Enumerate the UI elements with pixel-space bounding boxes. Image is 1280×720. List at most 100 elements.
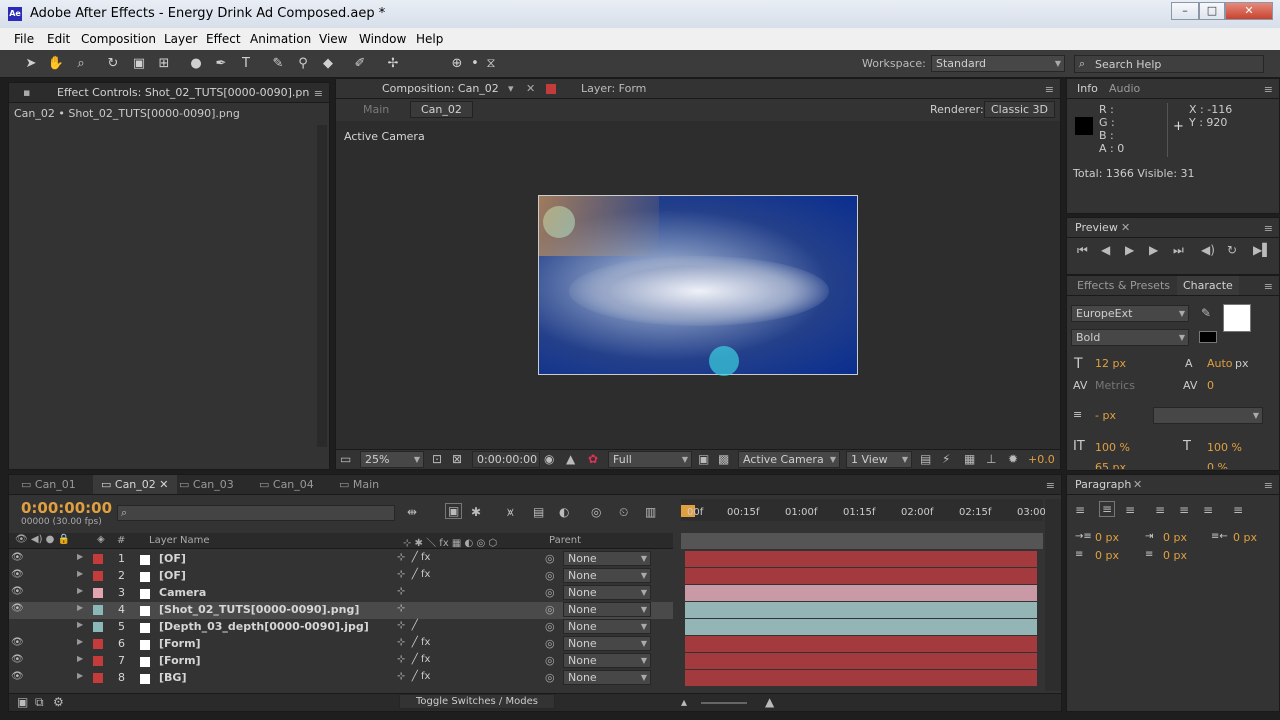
hand-tool-icon[interactable]: ✋	[47, 55, 65, 73]
fill-color-swatch[interactable]	[1223, 304, 1251, 332]
indent-right-value[interactable]: 0 px	[1233, 531, 1257, 544]
kerning-value[interactable]: Metrics	[1095, 379, 1135, 392]
current-time-field[interactable]: 0:00:00:00	[472, 451, 540, 468]
parent-dropdown[interactable]: None	[563, 670, 651, 685]
layer-name[interactable]: [Form]	[159, 654, 201, 667]
exposure-value[interactable]: +0.0	[1028, 453, 1055, 466]
align-left-icon[interactable]: ≡	[1075, 503, 1085, 517]
effect-controls-tab[interactable]: Effect Controls: Shot_02_TUTS[0000-0090]…	[57, 86, 309, 99]
3d-view-dropdown[interactable]: Active Camera	[738, 451, 840, 468]
parent-dropdown[interactable]: None	[563, 653, 651, 668]
auto-keyframe-icon[interactable]: ⏲	[619, 505, 628, 520]
pick-whip-icon[interactable]: ◎	[545, 569, 555, 582]
vertical-scale-value[interactable]: 100 %	[1095, 441, 1130, 454]
layer-name[interactable]: [Form]	[159, 637, 201, 650]
label-color-swatch[interactable]	[93, 605, 103, 615]
pick-whip-icon[interactable]: ◎	[545, 586, 555, 599]
time-ruler[interactable]: 00f 00:15f 01:00f 01:15f 02:00f 02:15f 0…	[681, 499, 1046, 521]
label-color-swatch[interactable]	[93, 673, 103, 683]
layer-row[interactable]: 👁 ▶ 1 [OF] ⊹ ╱ fx ◎ None	[9, 551, 673, 568]
layer-switches[interactable]: ⊹ ╱ fx	[397, 654, 430, 665]
space-after-value[interactable]: 0 px	[1163, 549, 1187, 562]
paragraph-tab[interactable]: Paragraph	[1075, 478, 1131, 491]
fx-switch[interactable]: fx	[421, 569, 430, 580]
play-icon[interactable]: ▶	[1125, 243, 1134, 257]
transparency-grid-icon[interactable]: ▩	[718, 452, 729, 466]
pen-tool-icon[interactable]: ✒	[212, 55, 230, 73]
work-area-bar[interactable]	[681, 533, 1043, 549]
brainstorm-icon[interactable]: ◎	[591, 505, 601, 519]
visibility-eye-icon[interactable]: 👁	[11, 637, 24, 648]
layer-switches[interactable]: ⊹ ╱ fx	[397, 671, 430, 682]
graph-editor-icon[interactable]: ▥	[645, 505, 656, 519]
fx-switch[interactable]: fx	[421, 637, 430, 648]
layer-row[interactable]: 👁 ▶ 8 [BG] ⊹ ╱ fx ◎ None	[9, 670, 673, 687]
layer-row[interactable]: 👁 ▶ 6 [Form] ⊹ ╱ fx ◎ None	[9, 636, 673, 653]
layer-duration-bar[interactable]	[685, 636, 1037, 652]
audio-icon[interactable]: ◀)	[1201, 243, 1215, 257]
layer-row[interactable]: 👁 ▶ 3 Camera ⊹ ◎ None	[9, 585, 673, 602]
expand-triangle-icon[interactable]: ▶	[77, 552, 83, 561]
visibility-eye-icon[interactable]: 👁	[11, 654, 24, 665]
camera-tool-icon[interactable]: ▣	[130, 55, 148, 73]
timeline-scrollbar[interactable]	[1045, 499, 1061, 691]
panel-menu-icon[interactable]: ≡	[1264, 83, 1273, 96]
tsume-value[interactable]: 0 %	[1207, 461, 1228, 469]
hide-shy-layers-icon[interactable]: ⩙	[507, 505, 514, 520]
parent-dropdown[interactable]: None	[563, 602, 651, 617]
layer-duration-bar[interactable]	[685, 670, 1037, 686]
justify-center-icon[interactable]: ≡	[1179, 503, 1189, 517]
live-update-icon[interactable]: ▣	[445, 503, 463, 519]
visibility-eye-icon[interactable]: 👁	[11, 603, 24, 614]
visibility-eye-icon[interactable]: 👁	[11, 671, 24, 682]
pan-behind-tool-icon[interactable]: ⊞	[155, 55, 173, 73]
maximize-button[interactable]: □	[1199, 2, 1225, 20]
layer-duration-bar[interactable]	[685, 619, 1037, 635]
menu-composition[interactable]: Composition	[81, 32, 156, 46]
panel-menu-icon[interactable]: ≡	[1045, 83, 1054, 96]
layer-row[interactable]: 👁 ▶ 7 [Form] ⊹ ╱ fx ◎ None	[9, 653, 673, 670]
transfer-controls-icon[interactable]: ⧉	[35, 695, 44, 710]
show-snapshot-icon[interactable]: ▲	[566, 452, 575, 466]
layer-name[interactable]: [OF]	[159, 552, 186, 565]
tab-can-03[interactable]: ▭ Can_03	[179, 478, 234, 491]
expand-triangle-icon[interactable]: ▶	[77, 603, 83, 612]
expand-triangle-icon[interactable]: ▶	[77, 586, 83, 595]
expand-triangle-icon[interactable]: ▶	[77, 620, 83, 629]
pick-whip-icon[interactable]: ◎	[545, 637, 555, 650]
exposure-icon[interactable]: ✹	[1008, 452, 1018, 466]
layer-switches[interactable]: ⊹ ╱	[397, 620, 418, 631]
parent-dropdown[interactable]: None	[563, 619, 651, 634]
lock-icon[interactable]: ▪	[23, 86, 30, 99]
toggle-switches-modes-button[interactable]: Toggle Switches / Modes	[399, 694, 555, 709]
layer-row[interactable]: 👁 ▶ 4 [Shot_02_TUTS[0000-0090].png] ⊹ ◎ None	[9, 602, 673, 619]
rotate-tool-icon[interactable]: ↻	[104, 55, 122, 73]
fx-switch[interactable]: fx	[421, 654, 430, 665]
stroke-color-swatch[interactable]	[1199, 331, 1217, 343]
layer-duration-bar[interactable]	[685, 602, 1037, 618]
close-icon[interactable]: ✕	[1121, 221, 1130, 234]
pick-whip-icon[interactable]: ◎	[545, 552, 555, 565]
panel-menu-icon[interactable]: ≡	[1264, 479, 1273, 492]
breadcrumb-active[interactable]: Can_02	[410, 101, 473, 118]
zoom-in-icon[interactable]: ▲	[765, 695, 774, 709]
close-button[interactable]: ✕	[1225, 2, 1273, 20]
font-size-value[interactable]: 12 px	[1095, 357, 1126, 370]
menu-effect[interactable]: Effect	[206, 32, 241, 46]
align-right-icon[interactable]: ≡	[1125, 503, 1135, 517]
layer-switches[interactable]: ⊹ ╱ fx	[397, 552, 430, 563]
roto-brush-tool-icon[interactable]: ✐	[351, 55, 369, 73]
scrollbar[interactable]	[317, 125, 327, 447]
expand-triangle-icon[interactable]: ▶	[77, 569, 83, 578]
layer-duration-bar[interactable]	[685, 568, 1037, 584]
label-color-swatch[interactable]	[93, 588, 103, 598]
timeline-icon[interactable]: ▦	[964, 452, 975, 466]
local-axis-icon[interactable]: ⊕	[448, 55, 466, 73]
label-color-swatch[interactable]	[93, 554, 103, 564]
layer-name[interactable]: [Shot_02_TUTS[0000-0090].png]	[159, 603, 359, 616]
composition-viewer-image[interactable]	[538, 195, 858, 376]
flowchart-icon[interactable]: ⊥	[986, 452, 996, 466]
composition-tab[interactable]: Composition: Can_02	[382, 82, 499, 95]
layer-name[interactable]: Camera	[159, 586, 206, 599]
justify-all-icon[interactable]: ≡	[1233, 503, 1243, 517]
